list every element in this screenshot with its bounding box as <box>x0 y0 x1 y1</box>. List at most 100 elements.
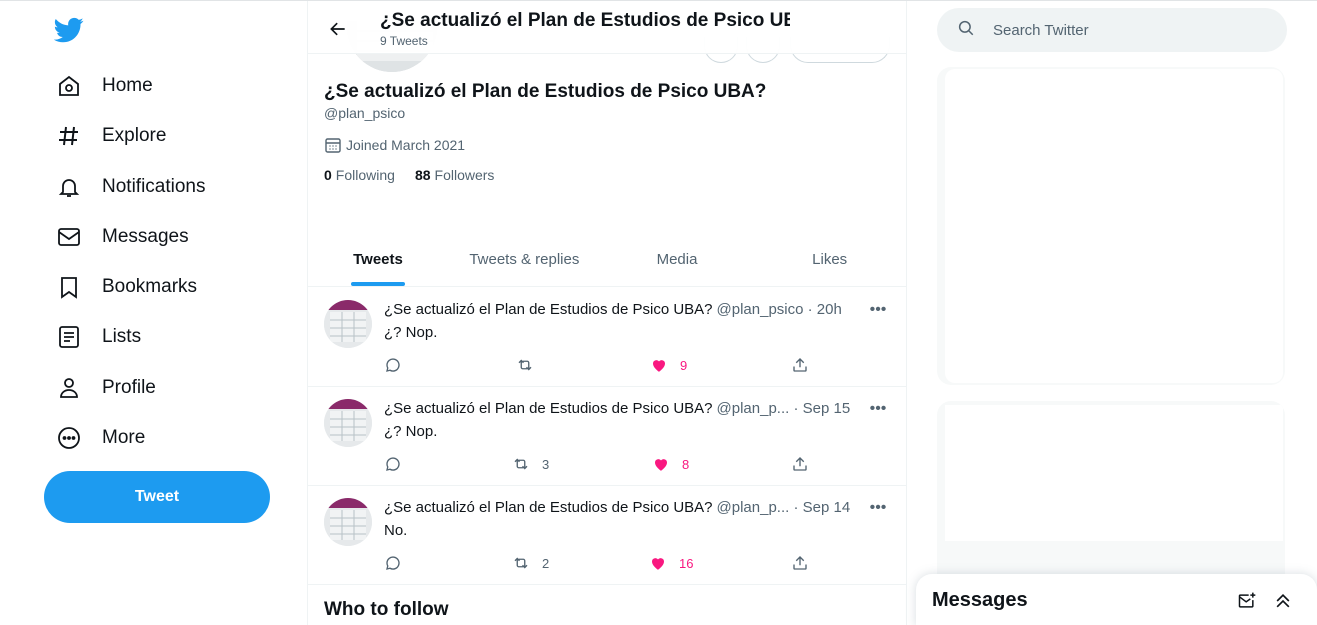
profile-tabs: Tweets Tweets & replies Media Likes <box>308 233 906 287</box>
nav-explore-label: Explore <box>102 125 167 146</box>
followers-label: Followers <box>434 167 495 183</box>
retweet-icon <box>514 557 528 569</box>
more-circle-icon <box>56 425 82 451</box>
reply-icon <box>386 358 400 372</box>
followers-count: 88 <box>414 167 431 183</box>
like-button[interactable]: 9 <box>650 354 687 376</box>
nav-bookmarks[interactable]: Bookmarks <box>44 265 209 309</box>
search-bar[interactable] <box>937 8 1287 52</box>
nav-profile-label: Profile <box>102 377 156 398</box>
profile-header-bar: ¿Se actualizó el Plan de Estudios de Psi… <box>308 1 906 54</box>
reply-icon <box>386 556 400 570</box>
followers-link[interactable]: 88 Followers <box>415 167 494 183</box>
twitter-profile-page: Home Explore Notifications Messages Book… <box>0 0 1317 625</box>
retweet-button[interactable]: 2 <box>512 552 549 574</box>
tweet-header: ¿Se actualizó el Plan de Estudios de Psi… <box>384 400 850 417</box>
like-button[interactable]: 8 <box>652 453 689 475</box>
more-dots-icon[interactable]: ••• <box>866 496 890 520</box>
tweet-item[interactable]: ¿Se actualizó el Plan de Estudios de Psi… <box>308 288 906 387</box>
tweet-avatar[interactable] <box>324 300 372 348</box>
chevron-up-icon[interactable] <box>1271 589 1295 613</box>
tab-media[interactable]: Media <box>601 233 754 286</box>
who-to-follow-heading: Who to follow <box>324 599 449 620</box>
profile-name: ¿Se actualizó el Plan de Estudios de Psi… <box>324 81 767 102</box>
twitter-bird-icon[interactable] <box>53 15 86 47</box>
tab-likes[interactable]: Likes <box>753 233 906 286</box>
messages-drawer-actions <box>1223 589 1295 613</box>
reply-button[interactable] <box>384 453 402 475</box>
tweet-text: No. <box>384 522 408 539</box>
following-link[interactable]: 0 Following <box>324 167 395 183</box>
profile-handle: @plan_psico <box>324 105 406 121</box>
like-count: 8 <box>682 456 690 472</box>
messages-drawer-title: Messages <box>932 588 1028 611</box>
retweet-count: 3 <box>542 456 550 472</box>
tweet-meta: @plan_psico · 20h <box>716 301 842 318</box>
left-navigation: Home Explore Notifications Messages Book… <box>0 1 307 625</box>
reply-button[interactable] <box>384 354 402 376</box>
tab-tweets-replies[interactable]: Tweets & replies <box>448 233 601 286</box>
more-dots-icon[interactable]: ••• <box>866 397 890 421</box>
new-message-icon[interactable] <box>1235 589 1259 613</box>
nav-profile[interactable]: Profile <box>44 366 168 410</box>
nav-notifications-label: Notifications <box>102 176 206 197</box>
nav-home[interactable]: Home <box>44 64 165 108</box>
tweet-button[interactable]: Tweet <box>44 471 270 523</box>
retweet-button[interactable]: 3 <box>512 453 549 475</box>
nav-lists[interactable]: Lists <box>44 315 153 359</box>
tab-tweets[interactable]: Tweets <box>308 233 448 286</box>
header-title: ¿Se actualizó el Plan de Estudios de Psi… <box>380 10 790 31</box>
nav-explore[interactable]: Explore <box>44 114 178 158</box>
heart-icon <box>652 558 664 570</box>
back-arrow-icon[interactable] <box>324 15 352 43</box>
tweet-header: ¿Se actualizó el Plan de Estudios de Psi… <box>384 499 850 516</box>
tweet-author-name[interactable]: ¿Se actualizó el Plan de Estudios de Psi… <box>384 400 713 417</box>
like-button[interactable]: 16 <box>649 552 693 574</box>
following-count: 0 <box>324 167 332 183</box>
share-button[interactable] <box>791 453 809 475</box>
tweet-item[interactable]: ¿Se actualizó el Plan de Estudios de Psi… <box>308 486 906 585</box>
share-button[interactable] <box>791 354 809 376</box>
search-icon <box>957 19 975 42</box>
following-label: Following <box>335 167 395 183</box>
heart-icon <box>655 459 667 471</box>
hashtag-icon <box>56 123 82 149</box>
tweet-text: ¿? Nop. <box>384 423 438 440</box>
nav-notifications[interactable]: Notifications <box>44 165 218 209</box>
header-tweet-count: 9 Tweets <box>380 34 428 48</box>
reply-button[interactable] <box>384 552 402 574</box>
profile-stats: 0 Following 88 Followers <box>324 167 514 183</box>
bookmark-icon <box>56 274 82 300</box>
retweet-icon <box>514 458 528 470</box>
tweet-author-name[interactable]: ¿Se actualizó el Plan de Estudios de Psi… <box>384 499 713 516</box>
nav-messages[interactable]: Messages <box>44 215 201 259</box>
share-button[interactable] <box>791 552 809 574</box>
tweet-meta: @plan_p... · Sep 14 <box>716 499 851 516</box>
nav-messages-label: Messages <box>102 226 189 247</box>
sidebar-card-content <box>945 405 1283 541</box>
nav-lists-label: Lists <box>102 326 142 347</box>
search-input[interactable] <box>993 21 1273 39</box>
tweet-text: ¿? Nop. <box>384 324 438 341</box>
sidebar-card-loading <box>937 67 1285 385</box>
heart-icon <box>653 360 665 372</box>
profile-column: ¿Se actualizó el Plan de Estudios de Psi… <box>307 1 907 625</box>
tweet-author-name[interactable]: ¿Se actualizó el Plan de Estudios de Psi… <box>384 301 713 318</box>
share-icon <box>793 457 807 471</box>
tweet-item[interactable]: ¿Se actualizó el Plan de Estudios de Psi… <box>308 387 906 486</box>
person-icon <box>56 375 82 401</box>
profile-joined-text: Joined March 2021 <box>346 137 466 153</box>
retweet-icon <box>518 359 532 371</box>
retweet-button[interactable] <box>516 354 546 376</box>
nav-more-label: More <box>102 427 146 448</box>
tweet-avatar[interactable] <box>324 498 372 546</box>
messages-drawer[interactable]: Messages <box>916 574 1317 625</box>
calendar-icon <box>324 136 342 154</box>
nav-more[interactable]: More <box>44 416 157 460</box>
like-count: 16 <box>679 555 694 571</box>
like-count: 9 <box>680 357 688 373</box>
nav-bookmarks-label: Bookmarks <box>102 276 198 297</box>
more-dots-icon[interactable]: ••• <box>866 298 890 322</box>
right-sidebar <box>907 1 1317 625</box>
tweet-avatar[interactable] <box>324 399 372 447</box>
